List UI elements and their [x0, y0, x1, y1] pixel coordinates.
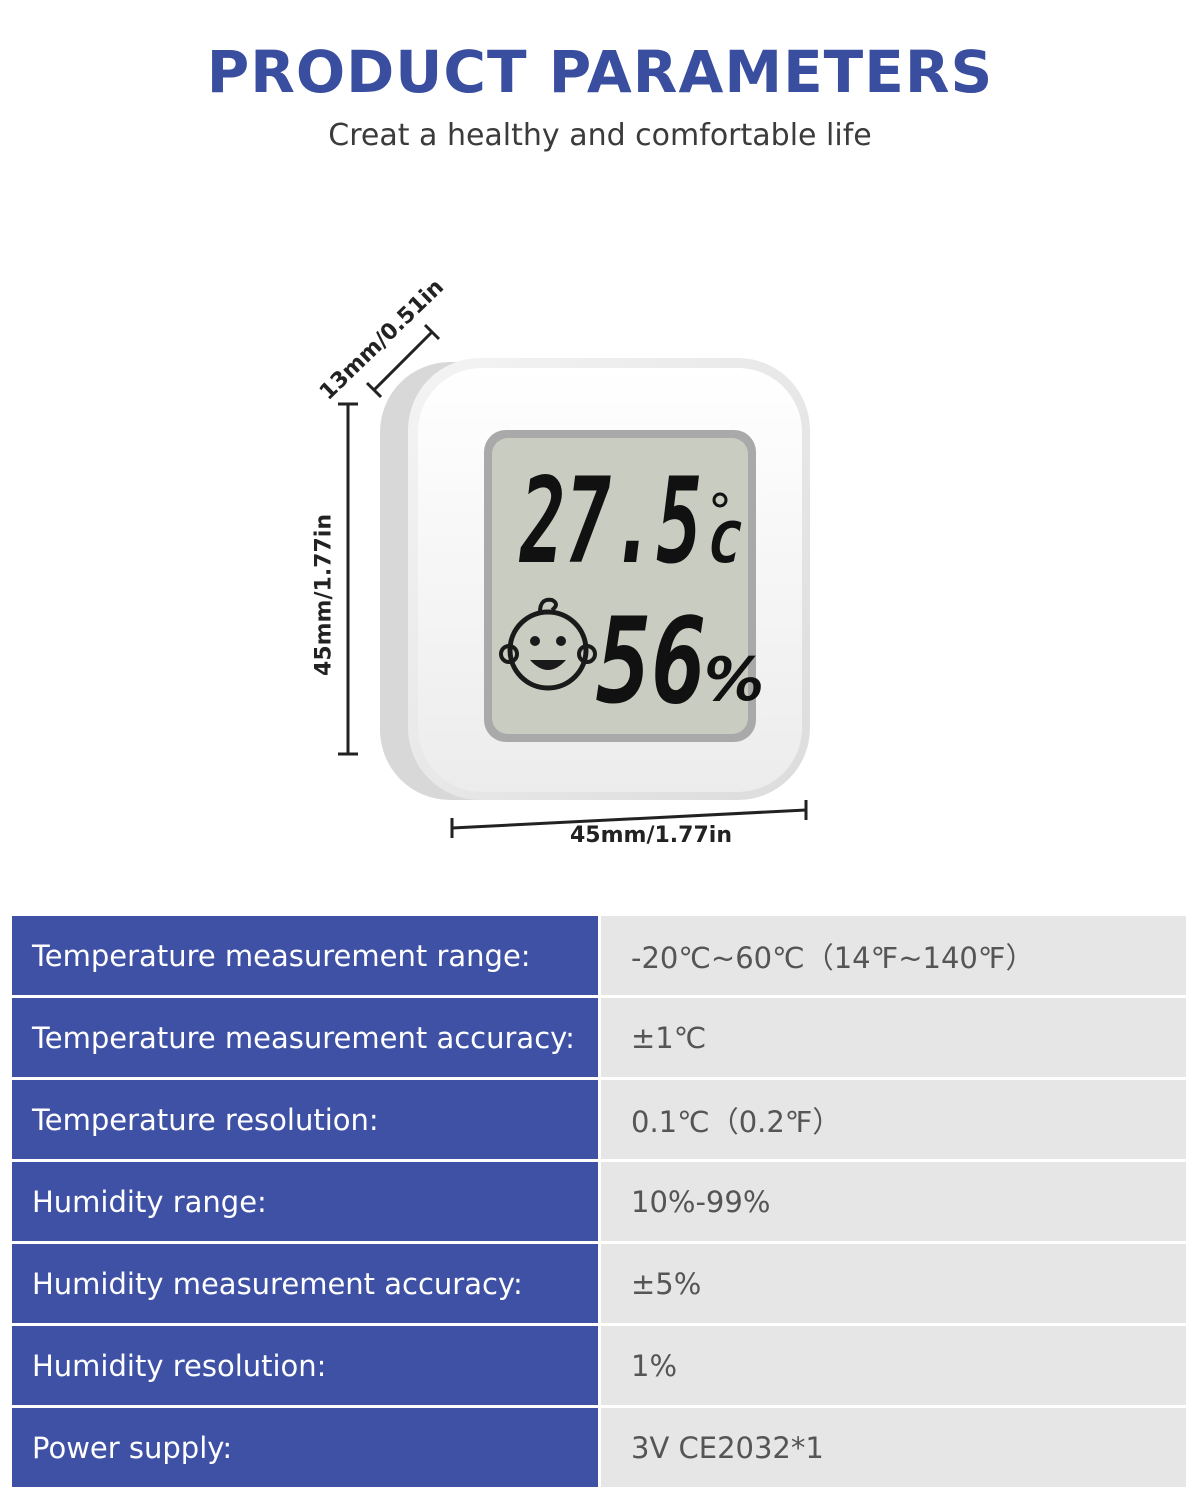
spec-value: -20℃~60℃（14℉~140℉）: [601, 916, 1186, 995]
spec-row: Temperature measurement range: -20℃~60℃（…: [12, 916, 1186, 995]
spec-value: 10%-99%: [601, 1162, 1186, 1241]
spec-value: ±1℃: [601, 998, 1186, 1077]
lcd-temperature: 27.5: [519, 452, 702, 590]
lcd-humidity-unit: %: [704, 645, 764, 715]
spec-value: 3V CE2032*1: [601, 1408, 1186, 1487]
spec-label: Temperature measurement accuracy:: [12, 998, 598, 1077]
spec-row: Temperature measurement accuracy: ±1℃: [12, 998, 1186, 1077]
product-image: 27.5 C 56 %: [0, 270, 1200, 870]
spec-row: Humidity range: 10%-99%: [12, 1162, 1186, 1241]
lcd-humidity: 56: [596, 592, 706, 730]
width-dimension-label: 45mm/1.77in: [570, 823, 732, 848]
spec-row: Humidity measurement accuracy: ±5%: [12, 1244, 1186, 1323]
spec-label: Humidity measurement accuracy:: [12, 1244, 598, 1323]
spec-value: 0.1℃（0.2℉）: [601, 1080, 1186, 1159]
height-dimension-label: 45mm/1.77in: [311, 514, 337, 676]
spec-row: Humidity resolution: 1%: [12, 1326, 1186, 1405]
spec-label: Temperature measurement range:: [12, 916, 598, 995]
spec-row: Power supply: 3V CE2032*1: [12, 1408, 1186, 1487]
spec-label: Humidity resolution:: [12, 1326, 598, 1405]
spec-value: 1%: [601, 1326, 1186, 1405]
spec-label: Power supply:: [12, 1408, 598, 1487]
page-title: PRODUCT PARAMETERS: [206, 38, 994, 106]
spec-row: Temperature resolution: 0.1℃（0.2℉）: [12, 1080, 1186, 1159]
spec-table: Temperature measurement range: -20℃~60℃（…: [12, 916, 1186, 1487]
height-dimension-line: [338, 402, 358, 756]
thermometer-illustration: 27.5 C 56 %: [338, 323, 810, 838]
spec-value: ±5%: [601, 1244, 1186, 1323]
page-subtitle: Creat a healthy and comfortable life: [328, 118, 872, 153]
lcd-temp-unit: C: [708, 511, 742, 576]
spec-label: Temperature resolution:: [12, 1080, 598, 1159]
spec-label: Humidity range:: [12, 1162, 598, 1241]
